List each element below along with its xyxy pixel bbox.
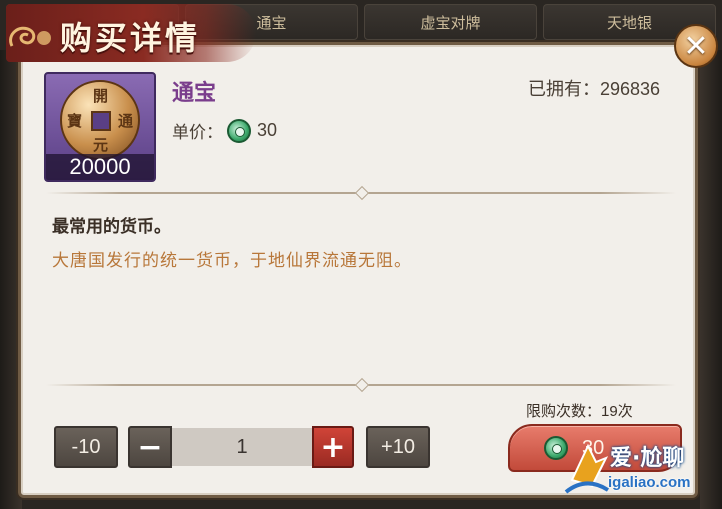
coin-character: 寶 — [67, 112, 83, 130]
coin-square-hole — [91, 111, 111, 131]
purchase-limit-label: 限购次数： — [526, 402, 602, 420]
watermark-title: 爱·尬聊 — [610, 446, 685, 471]
purchase-limit: 限购次数：19次 — [526, 400, 633, 421]
close-x-icon: ✕ — [683, 28, 709, 64]
dialog-title-banner: 购买详情 — [6, 4, 256, 62]
owned-label: 已拥有： — [528, 79, 600, 100]
site-watermark: 爱·尬聊 igaliao.com — [562, 436, 712, 500]
owned-value: 296836 — [600, 79, 661, 99]
divider — [46, 192, 676, 194]
coin-character: 元 — [93, 136, 109, 154]
watermark-url: igaliao.com — [608, 474, 691, 491]
unit-price-row: 单价： 30 — [172, 118, 277, 143]
copper-coin-icon: 開 通 元 寶 20000 — [44, 72, 156, 182]
minus-icon: − — [137, 429, 163, 465]
background-tab: 虚宝对牌 — [364, 4, 537, 40]
description-sub: 大唐国发行的统一货币，于地仙界流通无阻。 — [52, 251, 412, 271]
unit-price-value: 30 — [257, 120, 278, 140]
increment-button[interactable]: + — [312, 426, 354, 468]
plus-10-button[interactable]: +10 — [366, 426, 430, 468]
minus-10-button[interactable]: -10 — [54, 426, 118, 468]
item-bundle-count: 20000 — [46, 154, 154, 180]
owned-count: 已拥有：296836 — [528, 75, 660, 101]
dialog-title: 购买详情 — [60, 19, 201, 57]
unit-price-label: 单价： — [172, 123, 223, 143]
divider — [46, 384, 676, 386]
coin-character: 開 — [93, 87, 109, 105]
plus-icon: + — [320, 429, 346, 465]
coin-graphic: 開 通 元 寶 — [60, 80, 140, 160]
cloud-swirl-icon — [9, 26, 51, 47]
jade-currency-icon — [227, 118, 251, 143]
watermark-logo-icon — [564, 443, 610, 494]
quantity-field[interactable]: 1 — [172, 428, 312, 466]
decrement-button[interactable]: − — [128, 426, 172, 468]
purchase-limit-value: 19次 — [601, 403, 633, 420]
item-name: 通宝 — [172, 80, 217, 106]
description-main: 最常用的货币。 — [52, 217, 171, 237]
close-button[interactable]: ✕ — [674, 24, 718, 68]
coin-character: 通 — [118, 112, 134, 130]
